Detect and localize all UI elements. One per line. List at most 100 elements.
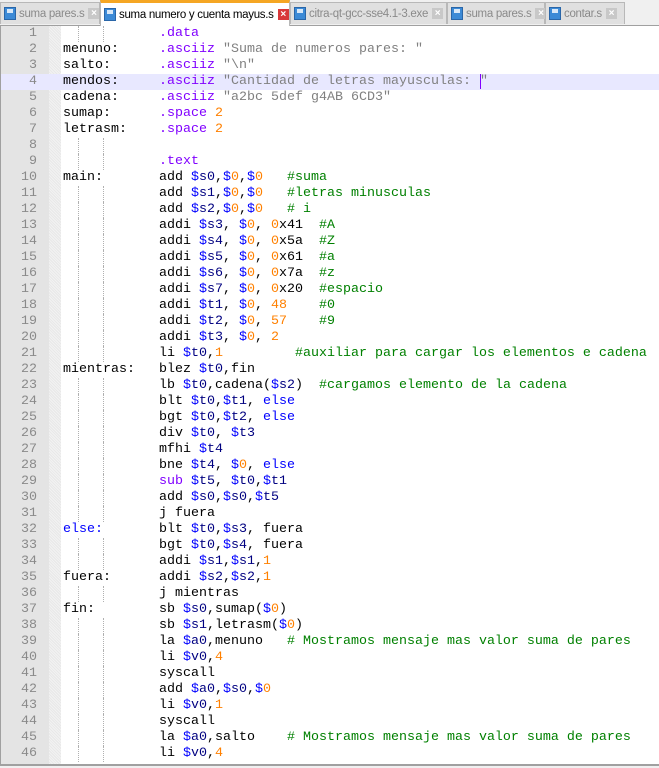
code-text: blt $t0,$s3, fuera [159,522,303,537]
line-number: 40 [21,650,37,665]
code-line[interactable]: 14 addi $s4, $0, 0x5a #Z [1,234,659,250]
code-text: add $a0,$s0,$0 [159,682,271,697]
code-line[interactable]: 24 blt $t0,$t1, else [1,394,659,410]
line-number: 7 [29,122,37,137]
tab-4[interactable]: contar.s × [545,2,625,24]
save-file-icon [294,7,306,20]
code-line[interactable]: 3 salto: .asciiz "\n" [1,58,659,74]
code-text: li $v0,1 [159,698,223,713]
line-number: 43 [21,698,37,713]
code-line[interactable]: 45 la $a0,salto # Mostramos mensaje mas v… [1,730,659,746]
indent-guide [103,26,104,42]
indent-guide [103,410,104,426]
code-text: addi $s6, $0, 0x7a #z [159,266,335,281]
indent-guide [103,442,104,458]
close-tab-icon[interactable]: × [88,8,100,19]
code-line[interactable]: 28 bne $t4, $0, else [1,458,659,474]
line-number: 12 [21,202,37,217]
save-file-icon [4,7,16,20]
code-line[interactable]: 1 .data [1,26,659,42]
line-number: 29 [21,474,37,489]
tab-label: suma numero y cuenta mayus.s [119,8,274,21]
code-line[interactable]: 20 addi $t3, $0, 2 [1,330,659,346]
line-number: 25 [21,410,37,425]
code-line[interactable]: 13 addi $s3, $0, 0x41 #A [1,218,659,234]
indent-guide [78,554,79,570]
code-line[interactable]: 4 mendos: .asciiz "Cantidad de letras mayu… [1,74,659,90]
close-tab-icon[interactable]: × [277,9,289,20]
code-text: li $v0,4 [159,650,223,665]
close-tab-icon[interactable]: × [605,8,617,19]
tab-2[interactable]: citra-qt-gcc-sse4.1-3.exe × [290,2,447,24]
code-line[interactable]: 12 add $s2,$0,$0 # i [1,202,659,218]
code-line[interactable]: 26 div $t0, $t3 [1,426,659,442]
code-line[interactable]: 40 li $v0,4 [1,650,659,666]
indent-guide [78,506,79,522]
code-text: bgt $t0,$t2, else [159,410,295,425]
code-line[interactable]: 37 fin: sb $s0,sumap($0) [1,602,659,618]
code-line[interactable]: 44 syscall [1,714,659,730]
code-line[interactable]: 41 syscall [1,666,659,682]
code-line[interactable]: 36 j mientras [1,586,659,602]
code-line[interactable]: 34 addi $s1,$s1,1 [1,554,659,570]
code-text: la $a0,menuno # Mostramos mensaje mas va… [159,634,631,649]
code-line[interactable]: 30 add $s0,$s0,$t5 [1,490,659,506]
indent-guide [78,346,79,362]
code-line[interactable]: 33 bgt $t0,$s4, fuera [1,538,659,554]
indent-guide [103,458,104,474]
indent-guide [103,330,104,346]
code-line[interactable]: 32 else: blt $t0,$s3, fuera [1,522,659,538]
code-line[interactable]: 46 li $v0,4 [1,746,659,762]
code-line[interactable]: 10 main: add $s0,$0,$0 #suma [1,170,659,186]
code-line[interactable]: 18 addi $t1, $0, 48 #0 [1,298,659,314]
code-text: .asciiz "a2bc 5def g4AB 6CD3" [159,90,391,105]
code-line[interactable]: 5 cadena: .asciiz "a2bc 5def g4AB 6CD3" [1,90,659,106]
code-line[interactable]: 25 bgt $t0,$t2, else [1,410,659,426]
line-number: 32 [21,522,37,537]
tab-3[interactable]: suma pares.s × [447,2,547,24]
code-editor[interactable]: 1 .data 2 menuno: .asciiz "Suma de numeros p… [0,26,659,766]
code-line[interactable]: 16 addi $s6, $0, 0x7a #z [1,266,659,282]
code-line[interactable]: 23 lb $t0,cadena($s2) #cargamos elemento … [1,378,659,394]
line-number: 4 [29,74,37,89]
code-line[interactable]: 31 j fuera [1,506,659,522]
code-line[interactable]: 11 add $s1,$0,$0 #letras minusculas [1,186,659,202]
tab-1[interactable]: suma numero y cuenta mayus.s × [100,0,290,26]
code-line[interactable]: 17 addi $s7, $0, 0x20 #espacio [1,282,659,298]
code-text: sb $s0,sumap($0) [159,602,287,617]
code-line[interactable]: 22 mientras: blez $t0,fin [1,362,659,378]
code-line[interactable]: 29 sub $t5, $t0,$t1 [1,474,659,490]
code-line[interactable]: 8 [1,138,659,154]
line-number: 10 [21,170,37,185]
code-text: la $a0,salto # Mostramos mensaje mas val… [159,730,631,745]
code-line[interactable]: 7 letrasm: .space 2 [1,122,659,138]
code-text: bgt $t0,$s4, fuera [159,538,303,553]
line-number: 27 [21,442,37,457]
close-tab-icon[interactable]: × [432,8,444,19]
line-number: 15 [21,250,37,265]
code-line[interactable]: 38 sb $s1,letrasm($0) [1,618,659,634]
code-line[interactable]: 21 li $t0,1 #auxiliar para cargar los ele… [1,346,659,362]
code-label: main: [63,170,103,185]
line-number: 45 [21,730,37,745]
indent-guide [78,714,79,730]
code-line[interactable]: 39 la $a0,menuno # Mostramos mensaje mas … [1,634,659,650]
code-text: addi $s1,$s1,1 [159,554,271,569]
code-line[interactable]: 9 .text [1,154,659,170]
code-text: div $t0, $t3 [159,426,255,441]
save-file-icon [104,8,116,21]
line-number: 28 [21,458,37,473]
code-line[interactable]: 15 addi $s5, $0, 0x61 #a [1,250,659,266]
code-line[interactable]: 43 li $v0,1 [1,698,659,714]
code-text: mfhi $t4 [159,442,223,457]
code-line[interactable]: 42 add $a0,$s0,$0 [1,682,659,698]
code-line[interactable]: 2 menuno: .asciiz "Suma de numeros pares: … [1,42,659,58]
code-line[interactable]: 6 sumap: .space 2 [1,106,659,122]
code-text: add $s0,$s0,$t5 [159,490,279,505]
tab-0[interactable]: suma pares.s × [0,2,100,24]
code-line[interactable]: 19 addi $t2, $0, 57 #9 [1,314,659,330]
save-file-icon [549,7,561,20]
code-line[interactable]: 35 fuera: addi $s2,$s2,1 [1,570,659,586]
tab-label: contar.s [564,7,602,20]
code-line[interactable]: 27 mfhi $t4 [1,442,659,458]
